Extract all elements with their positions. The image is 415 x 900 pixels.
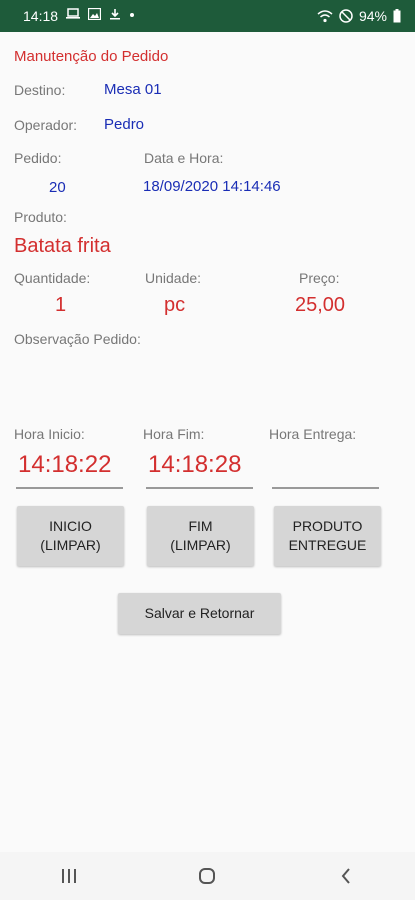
salvar-retornar-button[interactable]: Salvar e Retornar	[118, 593, 281, 634]
operador-label: Operador:	[14, 117, 78, 133]
produto-label: Produto:	[14, 209, 67, 225]
entregue-button-line2: ENTREGUE	[288, 537, 367, 553]
entregue-button-line1: PRODUTO	[292, 518, 363, 534]
back-icon	[341, 868, 350, 884]
produto-entregue-button[interactable]: PRODUTO ENTREGUE	[274, 506, 381, 566]
preco-value: 25,00	[295, 294, 346, 316]
dot-icon	[130, 13, 134, 17]
recent-apps-button[interactable]	[49, 856, 89, 896]
produto-value: Batata frita	[14, 235, 111, 257]
back-button[interactable]	[326, 856, 366, 896]
unidade-label: Unidade:	[145, 270, 202, 286]
inicio-button-line1: INICIO	[49, 518, 92, 534]
inicio-button-line2: (LIMPAR)	[40, 537, 101, 553]
battery-percent: 94%	[358, 8, 387, 24]
destino-value: Mesa 01	[104, 81, 162, 98]
quantidade-label: Quantidade:	[14, 270, 91, 286]
pedido-label: Pedido:	[14, 150, 62, 166]
home-button[interactable]	[187, 856, 227, 896]
fim-button-line1: FIM	[188, 518, 213, 534]
datahora-label: Data e Hora:	[144, 150, 224, 166]
image-icon	[88, 8, 101, 20]
notification-icons	[66, 8, 135, 20]
fim-button-line2: (LIMPAR)	[170, 537, 231, 553]
observacao-label: Observação Pedido:	[14, 331, 141, 347]
home-icon	[199, 868, 216, 884]
download-icon	[110, 9, 120, 20]
dnd-icon	[339, 9, 353, 23]
page-title: Manutenção do Pedido	[14, 48, 169, 65]
preco-label: Preço:	[299, 270, 340, 286]
pedido-value: 20	[49, 179, 66, 196]
navigation-bar	[0, 852, 415, 900]
unidade-value: pc	[164, 294, 186, 316]
status-bar: 14:18 94%	[0, 0, 415, 32]
hora-fim-field[interactable]: 14:18:28	[146, 451, 253, 489]
fim-limpar-button[interactable]: FIM (LIMPAR)	[147, 506, 254, 566]
hora-fim-label: Hora Fim:	[143, 426, 205, 442]
recent-apps-icon	[62, 869, 77, 883]
battery-icon	[393, 9, 401, 23]
hora-inicio-field[interactable]: 14:18:22	[16, 451, 123, 489]
hora-entrega-label: Hora Entrega:	[269, 426, 357, 442]
hora-inicio-label: Hora Inicio:	[14, 426, 85, 442]
wifi-icon	[317, 9, 333, 22]
hora-entrega-field[interactable]	[272, 451, 379, 489]
status-time: 14:18	[23, 8, 59, 24]
laptop-icon	[66, 8, 80, 19]
operador-value: Pedro	[104, 116, 145, 133]
order-form: Manutenção do Pedido Destino: Mesa 01 Op…	[0, 32, 415, 852]
quantidade-value: 1	[55, 294, 67, 316]
destino-label: Destino:	[14, 82, 66, 98]
datahora-value: 18/09/2020 14:14:46	[143, 178, 281, 195]
inicio-limpar-button[interactable]: INICIO (LIMPAR)	[17, 506, 124, 566]
system-icons: 94%	[317, 8, 401, 24]
